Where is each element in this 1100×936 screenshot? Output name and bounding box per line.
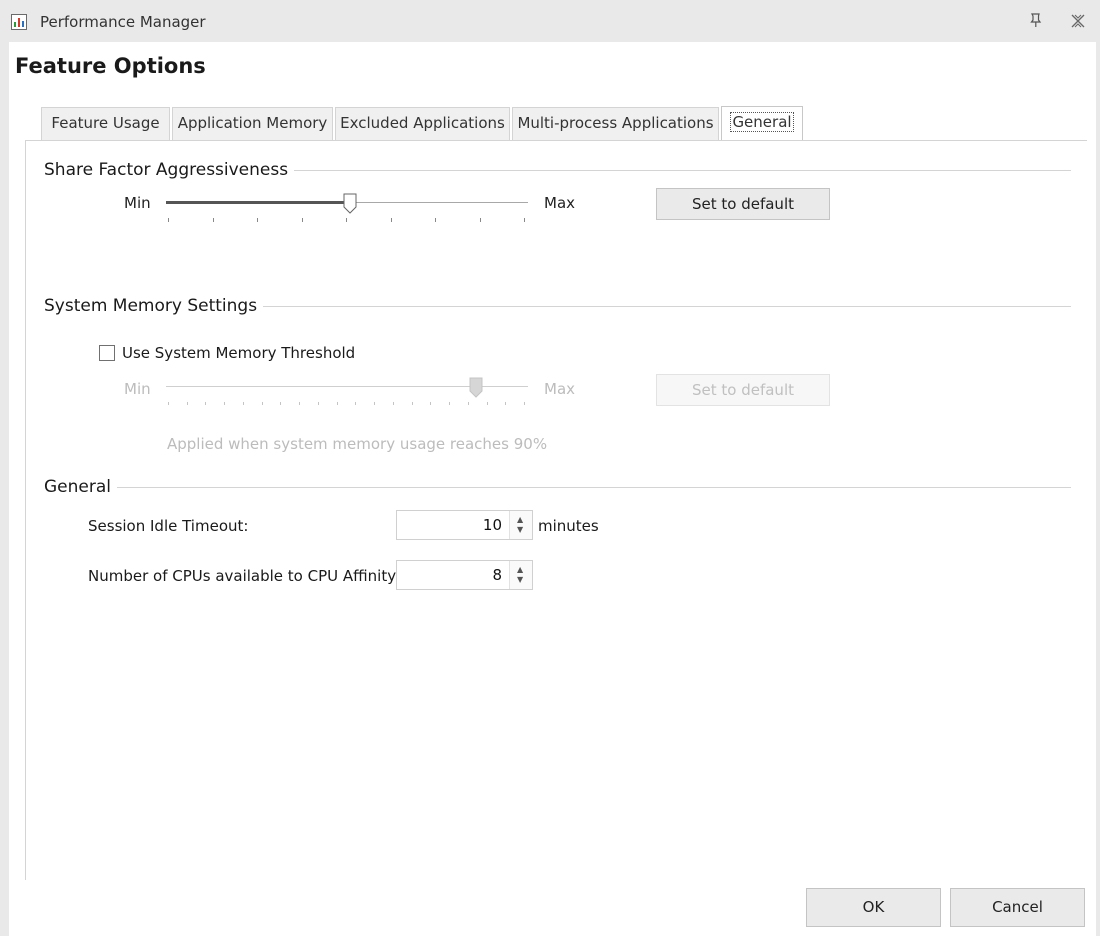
threshold-note: Applied when system memory usage reaches… <box>167 435 548 453</box>
slider-tick <box>257 218 258 222</box>
system-memory-slider[interactable] <box>164 376 530 416</box>
cpu-count-spinbox[interactable]: 8 ▲ ▼ <box>396 560 533 590</box>
share-factor-max-label: Max <box>544 194 576 212</box>
slider-tick <box>261 402 263 405</box>
tab-label: Application Memory <box>177 114 328 132</box>
slider-tick <box>430 402 432 405</box>
cancel-button[interactable]: Cancel <box>950 888 1085 927</box>
tab-label: Feature Usage <box>51 114 160 132</box>
slider-tick <box>168 218 169 222</box>
page-title: Feature Options <box>15 54 206 78</box>
slider-tick <box>317 402 319 405</box>
tab-feature-usage[interactable]: Feature Usage <box>41 107 170 140</box>
tab-label: General <box>730 112 794 132</box>
slider-tick <box>505 402 507 405</box>
slider-tick <box>390 218 392 222</box>
system-memory-group-title: System Memory Settings <box>44 296 264 316</box>
spin-up-icon[interactable]: ▲ <box>517 516 523 524</box>
system-memory-max-label: Max <box>544 380 576 398</box>
cpu-count-value[interactable]: 8 <box>492 566 502 584</box>
slider-fill <box>166 201 349 204</box>
use-threshold-checkbox[interactable] <box>99 345 115 361</box>
slider-tick <box>186 402 188 405</box>
window-border-right <box>1096 42 1100 936</box>
slider-tick <box>479 218 481 222</box>
share-factor-default-button[interactable]: Set to default <box>656 188 830 220</box>
slider-tick <box>168 402 169 405</box>
slider-tick <box>486 402 488 405</box>
general-group-title: General <box>44 477 117 497</box>
tab-general[interactable]: General <box>721 106 803 141</box>
window-border-left <box>0 42 9 936</box>
share-factor-slider[interactable] <box>164 190 530 230</box>
slider-tick <box>392 402 394 405</box>
system-memory-min-label: Min <box>124 380 151 398</box>
tab-multi-process-applications[interactable]: Multi-process Applications <box>512 107 719 140</box>
slider-tick <box>224 402 226 405</box>
slider-tick <box>524 218 525 222</box>
slider-tick <box>301 218 303 222</box>
slider-thumb[interactable] <box>469 377 483 399</box>
share-factor-group-title: Share Factor Aggressiveness <box>44 160 295 180</box>
use-threshold-label[interactable]: Use System Memory Threshold <box>122 344 355 362</box>
close-icon[interactable] <box>1068 11 1088 31</box>
system-memory-default-button[interactable]: Set to default <box>656 374 830 406</box>
slider-tick <box>280 402 282 405</box>
slider-tick <box>299 402 301 405</box>
tab-application-memory[interactable]: Application Memory <box>172 107 333 140</box>
slider-tick <box>205 402 207 405</box>
tab-label: Multi-process Applications <box>517 114 714 132</box>
slider-tick <box>449 402 451 405</box>
tab-strip-border <box>25 140 1087 141</box>
slider-tick <box>435 218 436 222</box>
slider-tick <box>242 402 244 405</box>
spin-down-icon[interactable]: ▼ <box>517 576 523 584</box>
slider-tick <box>212 218 214 222</box>
slider-tick <box>467 402 469 405</box>
session-idle-spinbox[interactable]: 10 ▲ ▼ <box>396 510 533 540</box>
spin-arrows[interactable]: ▲ ▼ <box>509 511 532 539</box>
app-icon <box>11 14 27 30</box>
slider-tick <box>524 402 525 405</box>
slider-tick <box>336 402 338 405</box>
spin-down-icon[interactable]: ▼ <box>517 526 523 534</box>
group-separator <box>44 487 1071 488</box>
tab-pane-border <box>25 140 26 880</box>
share-factor-min-label: Min <box>124 194 151 212</box>
spin-up-icon[interactable]: ▲ <box>517 566 523 574</box>
tab-excluded-applications[interactable]: Excluded Applications <box>335 107 510 140</box>
slider-tick <box>355 402 357 405</box>
ok-button[interactable]: OK <box>806 888 941 927</box>
slider-tick <box>346 218 347 222</box>
tab-label: Excluded Applications <box>340 114 505 132</box>
session-idle-unit: minutes <box>538 517 599 535</box>
window-title: Performance Manager <box>40 13 206 31</box>
slider-thumb[interactable] <box>343 193 357 215</box>
pin-icon[interactable] <box>1027 11 1045 29</box>
cpu-count-label: Number of CPUs available to CPU Affinity… <box>88 567 401 585</box>
spin-arrows[interactable]: ▲ ▼ <box>509 561 532 589</box>
slider-tick <box>374 402 376 405</box>
session-idle-label: Session Idle Timeout: <box>88 517 249 535</box>
session-idle-value[interactable]: 10 <box>483 516 502 534</box>
slider-tick <box>411 402 413 405</box>
